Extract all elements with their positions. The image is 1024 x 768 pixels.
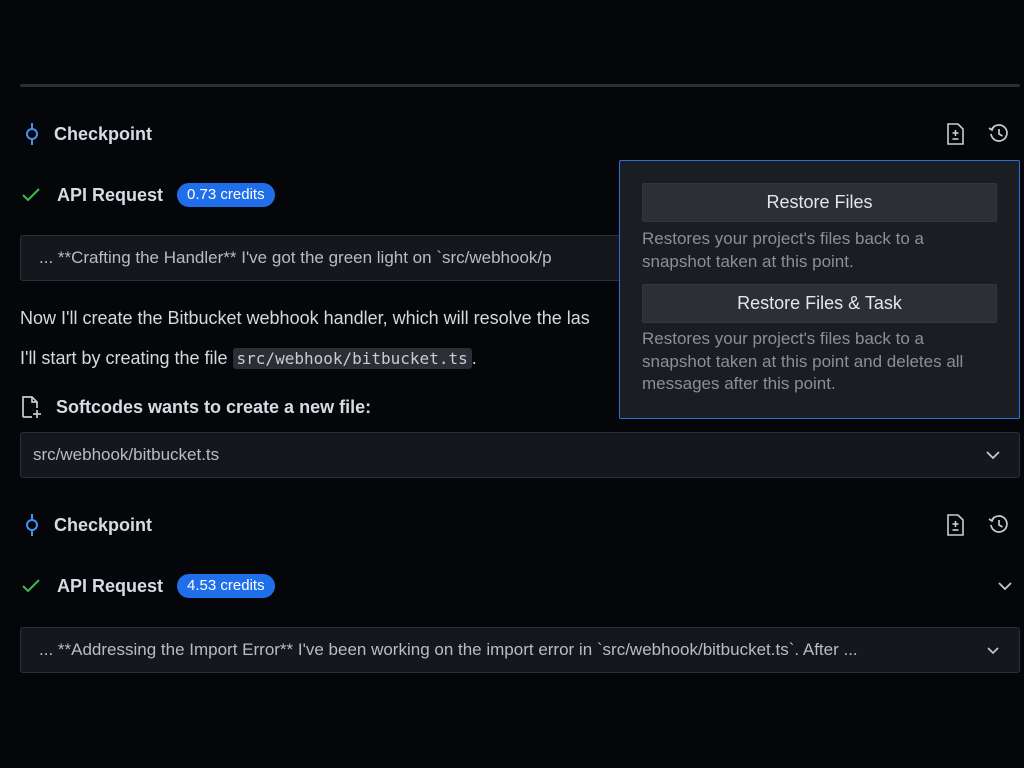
assistant-message-line: I'll start by creating the file src/webh… — [20, 348, 477, 369]
restore-files-description: Restores your project's files back to a … — [642, 229, 924, 271]
history-icon[interactable] — [986, 512, 1012, 538]
checkpoint-row: Checkpoint — [20, 508, 1020, 542]
chevron-down-icon[interactable] — [981, 646, 1005, 655]
reasoning-box[interactable]: ... **Addressing the Import Error** I've… — [20, 627, 1020, 673]
chevron-down-icon[interactable] — [994, 575, 1016, 597]
new-file-header: Softcodes wants to create a new file: — [20, 393, 371, 421]
restore-files-task-button[interactable]: Restore Files & Task — [642, 284, 997, 323]
restore-files-task-description: Restores your project's files back to a … — [642, 329, 964, 393]
inline-code: src/webhook/bitbucket.ts — [232, 348, 472, 369]
restore-files-button[interactable]: Restore Files — [642, 183, 997, 222]
check-icon — [20, 575, 42, 597]
message-text: I'll start by creating the file — [20, 348, 233, 368]
chevron-down-icon[interactable] — [981, 450, 1005, 460]
credits-badge: 4.53 credits — [177, 574, 275, 598]
api-request-label: API Request — [57, 184, 164, 205]
check-icon — [20, 184, 42, 206]
credits-badge: 0.73 credits — [177, 183, 275, 207]
file-path: src/webhook/bitbucket.ts — [33, 445, 220, 464]
api-request-label: API Request — [57, 575, 164, 596]
reasoning-text: ... **Addressing the Import Error** I've… — [39, 640, 858, 659]
history-icon[interactable] — [986, 121, 1012, 147]
chat-panel: Checkpoint API Request 0.73 credits ... … — [0, 0, 1024, 768]
top-divider — [20, 84, 1020, 87]
git-commit-icon — [20, 122, 44, 146]
checkpoint-label: Checkpoint — [54, 514, 153, 535]
new-file-label: Softcodes wants to create a new file: — [56, 396, 372, 417]
file-diff-icon[interactable] — [942, 121, 968, 147]
message-text: . — [471, 348, 477, 368]
checkpoint-row: Checkpoint — [20, 117, 1020, 151]
checkpoint-label: Checkpoint — [54, 123, 153, 144]
file-plus-icon — [20, 395, 42, 419]
file-diff-icon[interactable] — [942, 512, 968, 538]
assistant-message-line: Now I'll create the Bitbucket webhook ha… — [20, 308, 590, 328]
file-path-box[interactable]: src/webhook/bitbucket.ts — [20, 432, 1020, 478]
api-request-row[interactable]: API Request 4.53 credits — [20, 569, 1020, 603]
restore-checkpoint-popover: Restore Files Restores your project's fi… — [619, 160, 1020, 419]
git-commit-icon — [20, 513, 44, 537]
